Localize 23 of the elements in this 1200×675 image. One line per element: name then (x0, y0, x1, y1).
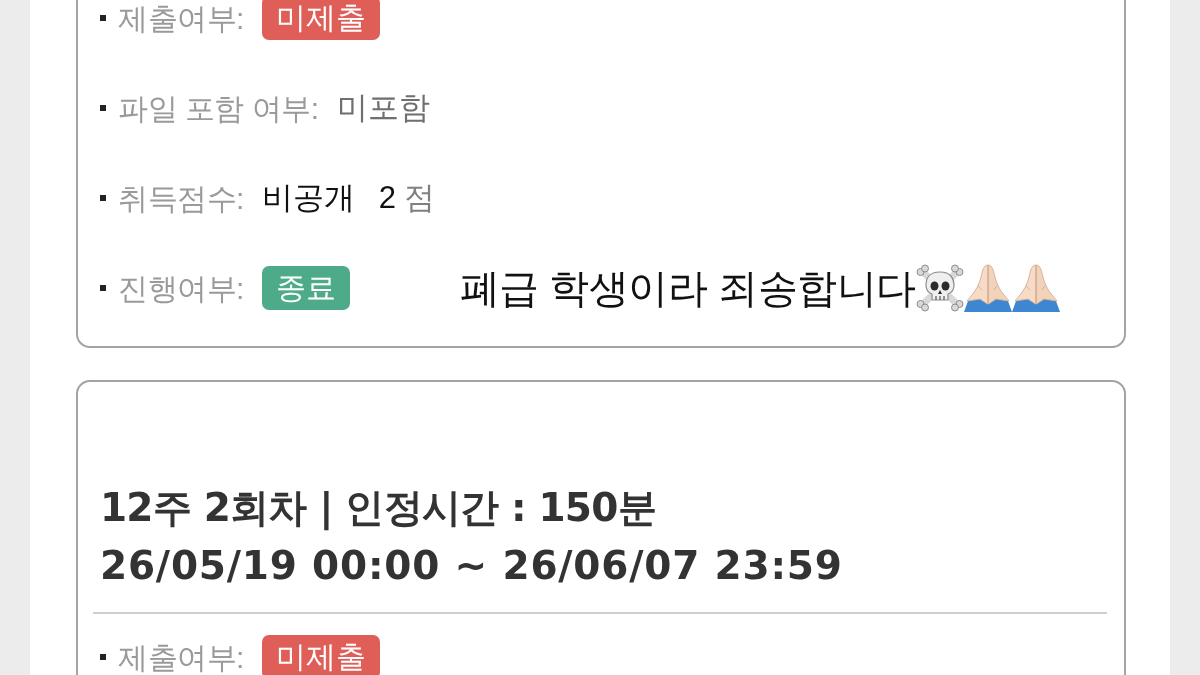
field-label: 제출여부: (118, 0, 244, 37)
field-label: 진행여부: (118, 270, 244, 307)
skull-crossbones-icon (915, 264, 964, 312)
bullet-icon (100, 195, 106, 201)
session-title: 12주 2회차 | 인정시간 : 150분 (100, 484, 657, 533)
field-label: 취득점수: (118, 180, 244, 217)
field-value: 비공개 (261, 178, 355, 217)
apology-note: 폐급 학생이라 죄송합니다 (459, 265, 916, 312)
session-period: 26/05/19 00:00 ~ 26/06/07 23:59 (100, 542, 844, 590)
bullet-icon (100, 15, 106, 21)
status-tag: 종료 (261, 266, 350, 310)
bullet-icon (100, 654, 106, 660)
status-tag: 미제출 (261, 635, 380, 675)
field-label: 제출여부: (118, 639, 244, 675)
bullet-icon (100, 285, 106, 291)
status-tag: 미제출 (261, 0, 380, 40)
field-value: 미포함 (336, 88, 430, 127)
bullet-icon (100, 105, 106, 111)
score-unit: 점 (404, 178, 436, 217)
field-label: 파일 포함 여부: (118, 90, 319, 127)
praying-hands-icon (1011, 264, 1060, 312)
praying-hands-icon (963, 264, 1012, 312)
score-value: 2 (378, 178, 397, 217)
